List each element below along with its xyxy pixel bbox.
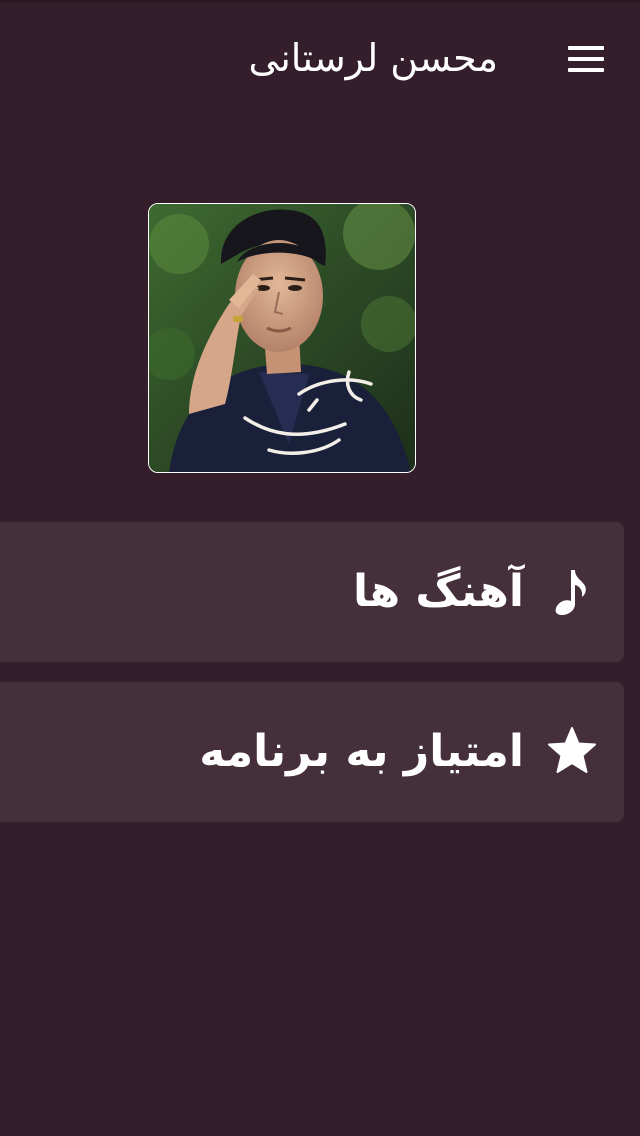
menu-item-label: امتیاز به برنامه: [199, 726, 524, 777]
artist-photo: [148, 203, 416, 473]
app-header: محسن لرستانی: [0, 0, 640, 118]
hamburger-menu-button[interactable]: [560, 40, 612, 78]
menu-item-songs[interactable]: آهنگ ها: [0, 522, 624, 662]
star-icon: [544, 724, 600, 780]
menu-item-rate-app[interactable]: امتیاز به برنامه: [0, 682, 624, 822]
app-screen: محسن لرستانی آهنگ ها امتیاز به برنامه: [0, 0, 640, 1136]
page-title: محسن لرستانی: [248, 36, 498, 80]
menu-item-label: آهنگ ها: [353, 566, 524, 617]
music-note-icon: [544, 564, 600, 620]
